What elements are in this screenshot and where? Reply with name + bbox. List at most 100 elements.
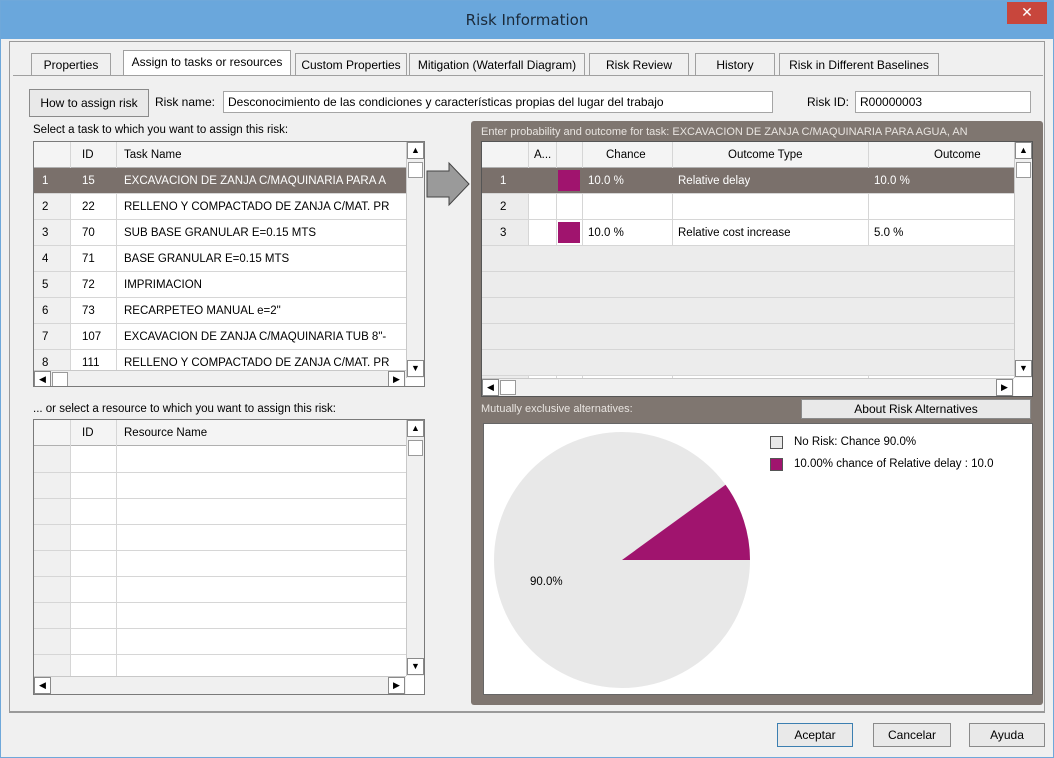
tasks-vscroll[interactable]: ▲ ▼: [406, 142, 424, 378]
row-number: 6: [42, 305, 49, 317]
how-to-assign-button[interactable]: How to assign risk: [29, 89, 149, 117]
legend-swatch-no-risk: [770, 436, 783, 449]
task-name: BASE GRANULAR E=0.15 MTS: [124, 253, 290, 265]
task-name: RELLENO Y COMPACTADO DE ZANJA C/MAT. PR: [124, 357, 390, 369]
tab-risk-review[interactable]: Risk Review: [589, 53, 689, 75]
risk-information-window: Risk Information ✕ Properties Assign to …: [0, 0, 1054, 758]
grid-row-line: [34, 654, 406, 655]
task-id: 73: [82, 305, 95, 317]
cancel-button[interactable]: Cancelar: [873, 723, 951, 747]
grid-row-line: [34, 576, 406, 577]
task-name: IMPRIMACIÓN: [124, 279, 202, 291]
grid-row-line: [34, 498, 406, 499]
outcome-col-a: A...: [534, 149, 552, 161]
title-bar[interactable]: Risk Information ✕: [1, 1, 1053, 39]
risk-name-label: Risk name:: [155, 95, 216, 109]
task-name: RELLENO Y COMPACTADO DE ZANJA C/MAT. PR: [124, 201, 390, 213]
task-name: EXCAVACION DE ZANJA C/MAQUINARIA PARA A: [124, 175, 387, 187]
scroll-right-icon[interactable]: ▶: [996, 379, 1013, 396]
task-row[interactable]: 6 73 RECARPETEO MANUAL e=2": [34, 298, 406, 324]
row-number: 5: [42, 279, 49, 291]
tasks-col-name: Task Name: [124, 149, 182, 161]
task-row[interactable]: 1 15 EXCAVACION DE ZANJA C/MAQUINARIA PARA…: [34, 168, 406, 194]
scroll-thumb[interactable]: [408, 440, 423, 456]
tab-risk-baselines[interactable]: Risk in Different Baselines: [779, 53, 939, 75]
outcome-chance: 10.0 %: [588, 175, 624, 187]
outcome-value: 10.0 %: [874, 175, 910, 187]
row-number: 7: [42, 331, 49, 343]
outcome-color-swatch[interactable]: [558, 222, 580, 243]
row-number: 3: [42, 227, 49, 239]
resources-hscroll[interactable]: ◀ ▶: [34, 676, 406, 694]
task-name: EXCAVACION DE ZANJA C/MAQUINARIA TUB 8"-: [124, 331, 387, 343]
outcome-col-chance: Chance: [606, 149, 646, 161]
outcome-row[interactable]: [482, 272, 1014, 298]
scroll-down-icon[interactable]: ▼: [407, 658, 424, 675]
task-row[interactable]: 5 72 IMPRIMACIÓN: [34, 272, 406, 298]
row-number: 2: [42, 201, 49, 213]
risk-id-field[interactable]: R00000003: [855, 91, 1031, 113]
tab-underline: [13, 75, 1043, 76]
tab-mitigation[interactable]: Mitigation (Waterfall Diagram): [409, 53, 585, 75]
task-id: 111: [82, 357, 100, 369]
pie-label: 90.0%: [530, 576, 563, 588]
resources-vscroll[interactable]: ▲ ▼: [406, 420, 424, 676]
scroll-right-icon[interactable]: ▶: [388, 677, 405, 694]
resources-grid: ID Resource Name ▲ ▼ ◀ ▶: [33, 419, 425, 695]
outcome-row[interactable]: 1 10.0 % Relative delay 10.0 %: [482, 168, 1014, 194]
outcome-row[interactable]: 2: [482, 194, 1014, 220]
scroll-thumb[interactable]: [1016, 162, 1031, 178]
arrow-right-icon: [426, 161, 470, 207]
scroll-thumb[interactable]: [52, 372, 68, 386]
outcome-row[interactable]: [482, 298, 1014, 324]
scroll-thumb[interactable]: [500, 380, 516, 395]
task-row[interactable]: 2 22 RELLENO Y COMPACTADO DE ZANJA C/MAT. …: [34, 194, 406, 220]
task-row[interactable]: 3 70 SUB BASE GRANULAR E=0.15 MTS: [34, 220, 406, 246]
tasks-caption: Select a task to which you want to assig…: [33, 124, 289, 136]
risk-id-label: Risk ID:: [807, 95, 849, 109]
scroll-thumb[interactable]: [408, 162, 423, 178]
tasks-hscroll[interactable]: ◀ ▶: [34, 370, 406, 386]
scroll-down-icon[interactable]: ▼: [407, 360, 424, 377]
scroll-left-icon[interactable]: ◀: [34, 371, 51, 386]
task-row[interactable]: 4 71 BASE GRANULAR E=0.15 MTS: [34, 246, 406, 272]
outcome-col-outcome: Outcome: [934, 149, 981, 161]
about-risk-alternatives-button[interactable]: About Risk Alternatives: [801, 399, 1031, 419]
outcome-row[interactable]: 3 10.0 % Relative cost increase 5.0 %: [482, 220, 1014, 246]
scroll-up-icon[interactable]: ▲: [407, 142, 424, 159]
tab-assign[interactable]: Assign to tasks or resources: [123, 50, 291, 76]
outcome-type: Relative delay: [678, 175, 751, 187]
outcome-row[interactable]: [482, 324, 1014, 350]
scroll-left-icon[interactable]: ◀: [34, 677, 51, 694]
task-row[interactable]: 7 107 EXCAVACION DE ZANJA C/MAQUINARIA TUB…: [34, 324, 406, 350]
outcome-caption: Enter probability and outcome for task: …: [481, 126, 968, 138]
task-id: 72: [82, 279, 95, 291]
outcome-type: Relative cost increase: [678, 227, 791, 239]
grid-col-line: [116, 420, 117, 678]
tab-custom-properties[interactable]: Custom Properties: [295, 53, 407, 75]
scroll-right-icon[interactable]: ▶: [388, 371, 405, 386]
tab-history[interactable]: History: [695, 53, 775, 75]
scroll-up-icon[interactable]: ▲: [1015, 142, 1032, 159]
outcome-hscroll[interactable]: ◀ ▶: [482, 378, 1014, 396]
grid-row-line: [34, 472, 406, 473]
resources-caption: ... or select a resource to which you wa…: [33, 403, 336, 415]
task-id: 71: [82, 253, 95, 265]
outcome-color-swatch[interactable]: [558, 170, 580, 191]
outcome-grid: A... Chance Outcome Type Outcome 1 10.0 %…: [481, 141, 1033, 397]
scroll-up-icon[interactable]: ▲: [407, 420, 424, 437]
alternatives-chart: 90.0% No Risk: Chance 90.0% 10.00% chanc…: [483, 423, 1033, 695]
scroll-left-icon[interactable]: ◀: [482, 379, 499, 396]
outcome-col-type: Outcome Type: [728, 149, 803, 161]
outcome-vscroll[interactable]: ▲ ▼: [1014, 142, 1032, 378]
task-id: 22: [82, 201, 95, 213]
tab-properties[interactable]: Properties: [31, 53, 111, 75]
close-button[interactable]: ✕: [1007, 2, 1047, 24]
outcome-row[interactable]: [482, 350, 1014, 376]
outcome-row[interactable]: [482, 246, 1014, 272]
scroll-down-icon[interactable]: ▼: [1015, 360, 1032, 377]
help-button[interactable]: Ayuda: [969, 723, 1045, 747]
risk-name-field[interactable]: Desconocimiento de las condiciones y car…: [223, 91, 773, 113]
row-number: 3: [500, 227, 507, 239]
ok-button[interactable]: Aceptar: [777, 723, 853, 747]
